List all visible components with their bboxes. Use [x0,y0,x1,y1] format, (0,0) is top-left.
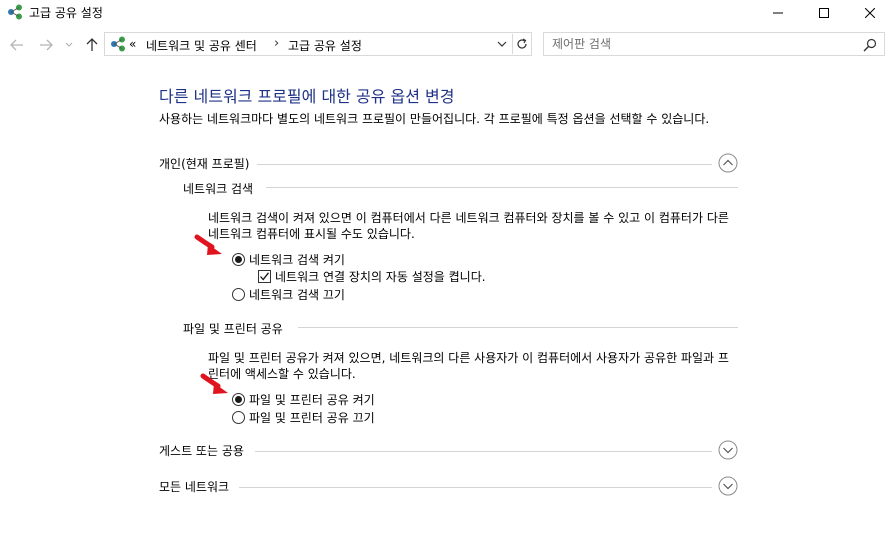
divider [266,187,738,188]
close-button[interactable] [847,0,893,26]
network-discovery-description: 네트워크 검색이 켜져 있으면 이 컴퓨터에서 다른 네트워크 컴퓨터와 장치를… [208,211,729,241]
auto-setup-label[interactable]: 네트워크 연결 장치의 자동 설정을 켭니다. [275,268,486,285]
profile-all-networks-header[interactable]: 모든 네트워크 [159,476,739,498]
window-title: 고급 공유 설정 [29,6,103,20]
network-discovery-header: 네트워크 검색 [183,180,738,198]
maximize-icon [819,8,829,18]
auto-setup-checkbox[interactable] [258,269,271,283]
profile-private-label: 개인(현재 프로필) [159,155,256,172]
file-sharing-heading: 파일 및 프린터 공유 [183,322,283,336]
minimize-icon [773,12,783,14]
back-button[interactable] [7,35,27,55]
forward-button[interactable] [36,35,56,55]
breadcrumb-overflow[interactable]: « [129,37,136,51]
network-discovery-off-radio[interactable] [232,287,245,301]
network-sharing-app-icon [8,4,22,20]
file-sharing-description: 파일 및 프린터 공유가 켜져 있으면, 네트워크의 다른 사용자가 이 컴퓨터… [208,351,729,381]
breadcrumb-separator-icon[interactable]: › [274,36,279,51]
profile-private-header[interactable]: 개인(현재 프로필) [159,153,739,175]
arrow-left-icon [10,39,23,51]
address-bar[interactable]: « 네트워크 및 공유 센터 › 고급 공유 설정 [104,32,532,56]
network-discovery-off-label[interactable]: 네트워크 검색 끄기 [249,286,345,303]
network-sharing-icon [111,36,125,52]
network-discovery-off-option[interactable]: 네트워크 검색 끄기 [232,286,345,302]
divider [239,487,712,488]
file-sharing-on-radio[interactable] [232,392,245,406]
profile-all-networks-label: 모든 네트워크 [159,478,236,495]
network-discovery-on-label[interactable]: 네트워크 검색 켜기 [249,251,345,268]
chevron-down-icon [497,41,507,47]
breadcrumb-advanced-sharing[interactable]: 고급 공유 설정 [288,37,362,54]
address-dropdown-button[interactable] [495,36,509,52]
search-icon[interactable] [862,37,878,53]
chevron-down-icon [65,42,73,47]
checkmark-icon [260,271,270,281]
search-box[interactable] [543,32,885,56]
collapse-chevron-up-icon[interactable] [718,153,738,173]
expand-chevron-down-icon[interactable] [718,440,738,460]
page-title: 다른 네트워크 프로필에 대한 공유 옵션 변경 [159,87,455,106]
red-arrow-annotation-icon [194,234,222,255]
file-sharing-off-option[interactable]: 파일 및 프린터 공유 끄기 [232,409,375,425]
title-bar: 고급 공유 설정 [0,0,893,26]
navigation-bar: « 네트워크 및 공유 센터 › 고급 공유 설정 [0,30,893,60]
refresh-icon [517,38,527,49]
file-sharing-on-label[interactable]: 파일 및 프린터 공유 켜기 [249,391,375,408]
arrow-right-icon [40,39,53,51]
maximize-button[interactable] [801,0,847,26]
red-arrow-annotation-icon [200,373,228,394]
auto-setup-option[interactable]: 네트워크 연결 장치의 자동 설정을 켭니다. [258,268,486,284]
divider [255,451,712,452]
refresh-button[interactable] [512,34,531,54]
divider [298,327,738,328]
page-description: 사용하는 네트워크마다 별도의 네트워크 프로필이 만들어집니다. 각 프로필에… [159,112,710,126]
profile-guest-public-header[interactable]: 게스트 또는 공용 [159,440,739,462]
up-button[interactable] [82,35,102,55]
profile-guest-public-label: 게스트 또는 공용 [159,442,250,459]
network-discovery-on-option[interactable]: 네트워크 검색 켜기 [232,251,345,267]
breadcrumb-network-sharing-center[interactable]: 네트워크 및 공유 센터 [146,37,257,54]
expand-chevron-down-icon[interactable] [718,476,738,496]
network-discovery-on-radio[interactable] [232,252,245,266]
file-sharing-off-radio[interactable] [232,410,245,424]
file-sharing-off-label[interactable]: 파일 및 프린터 공유 끄기 [249,409,375,426]
file-sharing-on-option[interactable]: 파일 및 프린터 공유 켜기 [232,391,375,407]
arrow-up-icon [86,38,98,51]
close-icon [865,8,875,18]
divider [257,164,712,165]
search-input[interactable] [552,36,852,52]
minimize-button[interactable] [755,0,801,26]
network-discovery-heading: 네트워크 검색 [183,182,254,196]
file-sharing-header: 파일 및 프린터 공유 [183,320,738,338]
recent-locations-button[interactable] [62,35,76,55]
